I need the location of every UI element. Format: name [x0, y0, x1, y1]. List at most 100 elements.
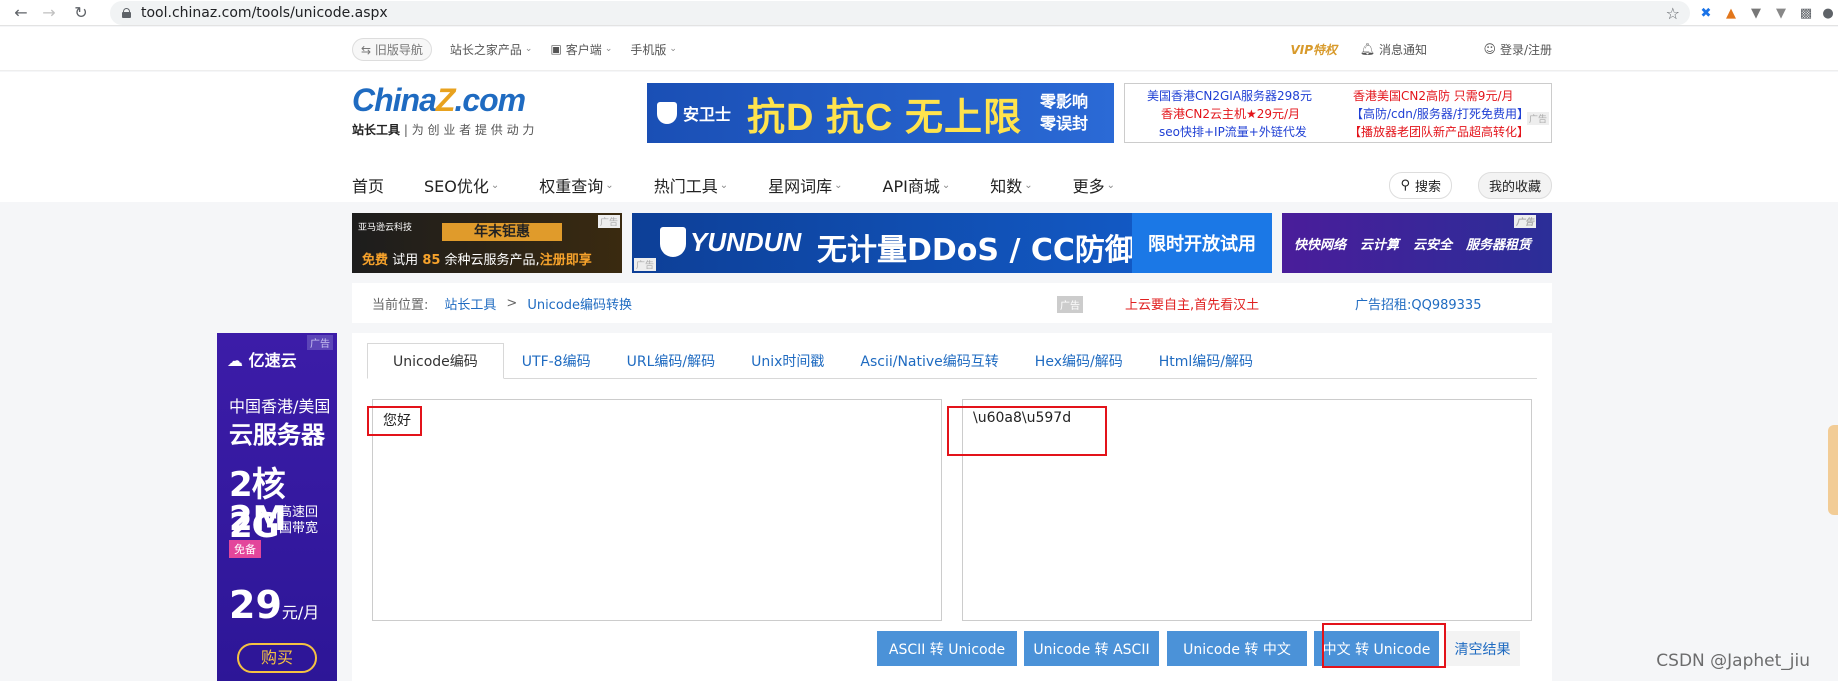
convert-button-highlight-box: [1322, 623, 1446, 668]
breadcrumb-home-link[interactable]: 站长工具: [444, 294, 496, 313]
mobile-menu[interactable]: 手机版 ⌄: [630, 41, 677, 58]
chevron-down-icon: ⌄: [1024, 179, 1033, 191]
breadcrumb-current-link[interactable]: Unicode编码转换: [527, 294, 632, 313]
cloud-icon: ☁: [227, 351, 243, 370]
clear-results-button[interactable]: 清空结果: [1445, 631, 1520, 666]
yundun-banner-ad[interactable]: YUNDUN 无计量DDoS / CC防御 限时开放试用 广告: [632, 213, 1272, 273]
chevron-down-icon: ⌄: [490, 179, 500, 191]
tab-utf8[interactable]: UTF-8编码: [504, 343, 609, 379]
side-vertical-ad[interactable]: 广告 ☁ 亿速云 中国香港/美国 云服务器 2核 2G 2M 高速回 国带宽 免备…: [217, 333, 337, 681]
ad1-text2: 余种云服务产品,: [444, 253, 540, 268]
tab-html[interactable]: Html编码/解码: [1141, 343, 1271, 379]
nav-item-more[interactable]: 更多 ⌄: [1073, 173, 1115, 197]
input-highlight-box: [367, 406, 422, 436]
ad2-headline: 无计量DDoS / CC防御: [817, 233, 1135, 268]
text-ad-link[interactable]: 香港美国CN2高防 只需9元/月: [1353, 87, 1513, 104]
products-label: 站长之家产品: [449, 42, 522, 57]
ad-tag: 广告: [1057, 296, 1083, 313]
profile-icon[interactable]: ●: [1819, 4, 1837, 22]
text-ad-link[interactable]: 【播放器老团队新产品超高转化】: [1349, 123, 1529, 140]
left-ad-line4: 2M: [229, 499, 287, 539]
logo-text-a: China: [352, 82, 437, 118]
floating-side-tab[interactable]: [1828, 425, 1838, 515]
left-ad-free-badge: 免备: [229, 540, 261, 558]
left-ad-brand: 亿速云: [248, 351, 297, 370]
left-ad-price: 29: [229, 583, 282, 627]
breadcrumb-separator: >: [506, 295, 518, 311]
nav-item-label: 权重查询: [539, 177, 604, 196]
promo-text-link[interactable]: 上云要自主,首先看汉土: [1125, 294, 1259, 313]
login-link[interactable]: ☺ 登录/注册: [1483, 41, 1552, 58]
site-header: ChinaZ.com 站长工具 | 为 创 业 者 提 供 动 力 安卫士 抗D…: [0, 72, 1838, 202]
nav-item-home[interactable]: 首页: [352, 173, 384, 197]
text-ad-link[interactable]: 香港CN2云主机★29元/月: [1161, 105, 1300, 122]
nav-item-weight[interactable]: 权重查询 ⌄: [539, 173, 613, 197]
ad2-brand: YUNDUN: [690, 227, 802, 257]
nav-item-zhishu[interactable]: 知数 ⌄: [990, 173, 1032, 197]
back-icon[interactable]: ←: [8, 0, 34, 26]
tab-unicode[interactable]: Unicode编码: [367, 343, 504, 379]
login-label: 登录/注册: [1499, 42, 1552, 57]
messages-link[interactable]: 🔔︎ 消息通知: [1360, 41, 1427, 58]
left-ad-buy-button[interactable]: 购买: [237, 643, 317, 673]
reload-icon[interactable]: ↻: [68, 0, 94, 26]
aws-banner-ad[interactable]: 亚马逊云科技 年末钜惠 免费 试用 85 余种云服务产品,注册即享 广告: [352, 213, 622, 273]
extension-icon-1[interactable]: ✖: [1697, 4, 1715, 22]
tab-hex[interactable]: Hex编码/解码: [1017, 343, 1141, 379]
ad3-item: 云安全: [1413, 237, 1453, 253]
vip-link[interactable]: VIP特权: [1290, 41, 1337, 58]
search-icon: ⚲: [1400, 178, 1410, 193]
banner-brand: 安卫士: [683, 105, 732, 124]
left-ad-line4-small: 高速回 国带宽: [279, 505, 319, 536]
logo-text-c: .com: [454, 82, 526, 118]
tab-url[interactable]: URL编码/解码: [609, 343, 734, 379]
favorites-button[interactable]: 我的收藏: [1477, 172, 1552, 199]
ad3-item: 服务器租赁: [1466, 237, 1532, 253]
left-ad-line2: 云服务器: [229, 421, 325, 449]
vue-devtools-icon[interactable]: ▼: [1747, 4, 1765, 22]
puzzle-extensions-icon[interactable]: ▩: [1797, 4, 1815, 22]
ad1-free: 免费: [362, 253, 389, 268]
text-ad-link[interactable]: 美国香港CN2GIA服务器298元: [1147, 87, 1312, 104]
input-textarea[interactable]: 您好: [372, 399, 942, 621]
search-button[interactable]: ⚲ 搜索: [1389, 172, 1452, 199]
banner-headline: 抗D 抗C 无上限: [747, 96, 1023, 139]
header-banner-ad[interactable]: 安卫士 抗D 抗C 无上限 零影响 零误封: [647, 83, 1114, 143]
ad1-cta: 注册即享: [539, 253, 592, 268]
text-ad-link[interactable]: seo快排+IP流量+外链代发: [1159, 123, 1307, 140]
chevron-down-icon: ⌄: [941, 179, 951, 191]
nav-item-api[interactable]: API商城 ⌄: [883, 173, 951, 197]
ad-rent-link[interactable]: 广告招租:QQ989335: [1355, 294, 1481, 313]
ad1-badge: 年末钜惠: [442, 223, 562, 241]
unicode-to-chinese-button[interactable]: Unicode 转 中文: [1167, 631, 1307, 666]
ad1-num: 85: [422, 253, 441, 268]
bookmark-star-icon[interactable]: ☆: [1666, 4, 1680, 23]
ad3-item: 云计算: [1360, 237, 1400, 253]
ad1-brand: 亚马逊云科技: [358, 223, 413, 233]
logo-slogan: | 为 创 业 者 提 供 动 力: [403, 123, 535, 137]
address-bar[interactable]: tool.chinaz.com/tools/unicode.aspx ☆: [110, 1, 1690, 25]
chevron-down-icon: ⌄: [834, 179, 843, 191]
nav-item-seo[interactable]: SEO优化 ⌄: [424, 173, 499, 197]
nav-item-hot-tools[interactable]: 热门工具 ⌄: [654, 173, 728, 197]
nav-item-lexicon[interactable]: 星网词库 ⌄: [768, 173, 842, 197]
ad-tag: 广告: [307, 335, 333, 350]
ad1-text: 试用: [392, 253, 419, 268]
unicode-to-ascii-button[interactable]: Unicode 转 ASCII: [1024, 631, 1159, 666]
ad-tag: 广告: [1526, 112, 1549, 125]
products-menu[interactable]: 站长之家产品 ⌄: [450, 41, 533, 58]
client-menu[interactable]: ▣ 客户端 ⌄: [550, 41, 612, 58]
tab-unix-time[interactable]: Unix时间戳: [733, 343, 842, 379]
site-logo[interactable]: ChinaZ.com 站长工具 | 为 创 业 者 提 供 动 力: [352, 82, 534, 138]
old-nav-button[interactable]: ⇆ 旧版导航: [352, 37, 432, 61]
extension-icon-2[interactable]: ▼: [1772, 4, 1790, 22]
chevron-down-icon: ⌄: [719, 179, 729, 191]
kuaikuai-banner-ad[interactable]: 快快网络 云计算 云安全 服务器租赁 广告: [1282, 213, 1552, 273]
metamask-fox-icon[interactable]: ▲: [1722, 4, 1740, 22]
ascii-to-unicode-button[interactable]: ASCII 转 Unicode: [877, 631, 1017, 666]
text-ad-link[interactable]: 【高防/cdn/服务器/打死免费用】: [1351, 105, 1529, 122]
forward-icon[interactable]: →: [36, 0, 62, 26]
main-nav: 首页 SEO优化 ⌄ 权重查询 ⌄ 热门工具 ⌄ 星网词库 ⌄ API商城 ⌄ 知数 ⌄ 更…: [352, 168, 1552, 202]
utility-bar: ⇆ 旧版导航 站长之家产品 ⌄ ▣ 客户端 ⌄ 手机版 ⌄ VIP特权 🔔︎ 消息通知 ☺…: [0, 27, 1838, 71]
tab-ascii-native[interactable]: Ascii/Native编码互转: [842, 343, 1016, 379]
